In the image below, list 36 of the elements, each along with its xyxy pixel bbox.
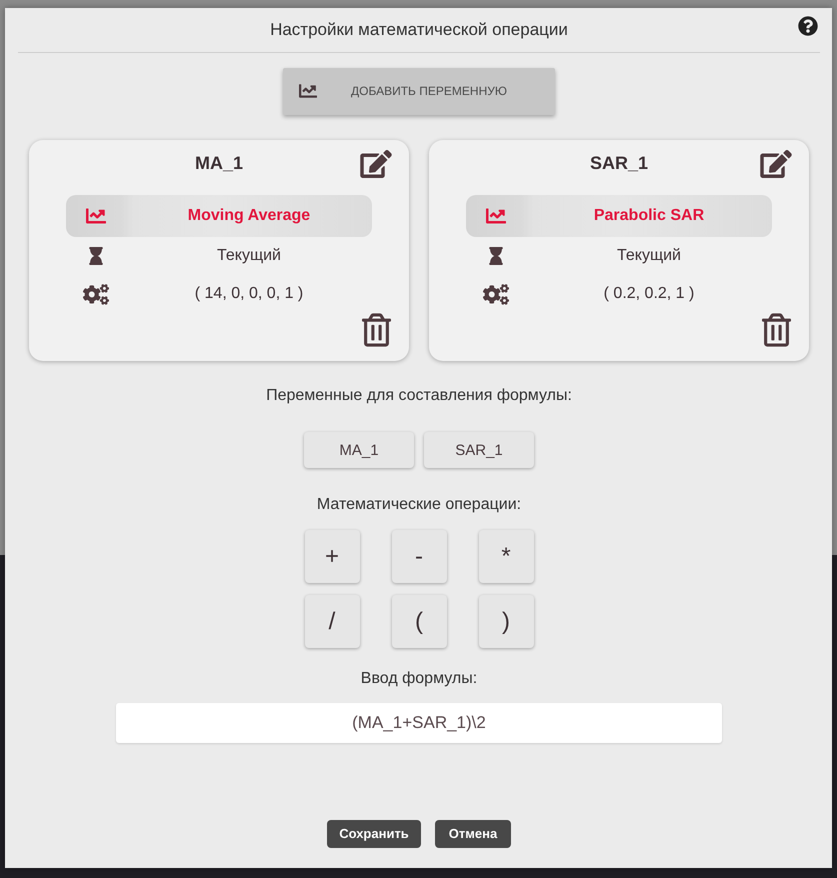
chart-line-icon <box>86 206 106 226</box>
operator-button[interactable]: ) <box>478 595 534 648</box>
operator-button[interactable]: + <box>304 530 360 584</box>
trash-icon[interactable] <box>362 313 391 348</box>
indicator-name: Parabolic SAR <box>592 207 706 226</box>
trash-icon[interactable] <box>762 313 791 348</box>
formula-input[interactable]: (MA_1+SAR_1)\2 <box>116 703 722 743</box>
indicator-name: Moving Average <box>186 207 312 226</box>
save-button[interactable]: Сохранить <box>327 820 421 848</box>
help-icon[interactable] <box>798 16 818 36</box>
section-heading: Математические операции: <box>316 495 522 516</box>
parameters-text: ( 0.2, 0.2, 1 ) <box>602 285 696 304</box>
operator-button[interactable]: / <box>304 595 360 648</box>
add-variable-button[interactable]: ДОБАВИТЬ ПЕРЕМЕННУЮ <box>283 68 555 116</box>
variable-name: SAR_1 <box>590 152 648 174</box>
operator-button[interactable]: - <box>392 530 446 584</box>
chart-line-icon <box>299 82 317 100</box>
chart-line-icon <box>486 206 506 226</box>
timeframe-text: Текущий <box>216 247 282 266</box>
edit-icon[interactable] <box>760 150 792 178</box>
gears-icon <box>483 284 509 305</box>
hourglass-icon <box>489 247 503 266</box>
formula-label: Ввод формулы: <box>360 669 478 690</box>
parameters-text: ( 14, 0, 0, 0, 1 ) <box>194 285 304 304</box>
timeframe-text: Текущий <box>616 247 682 266</box>
operator-button[interactable]: ( <box>392 595 446 648</box>
variable-button[interactable]: SAR_1 <box>424 432 534 468</box>
operator-button[interactable]: * <box>478 530 534 584</box>
dialog-title: Настройки математической операции <box>270 20 568 40</box>
hourglass-icon <box>89 247 103 266</box>
gears-icon <box>83 284 109 305</box>
variable-button[interactable]: MA_1 <box>304 432 414 468</box>
cancel-button[interactable]: Отмена <box>435 820 511 848</box>
section-heading: Переменные для составления формулы: <box>266 386 572 406</box>
variable-name: MA_1 <box>194 152 243 174</box>
edit-icon[interactable] <box>360 150 392 178</box>
